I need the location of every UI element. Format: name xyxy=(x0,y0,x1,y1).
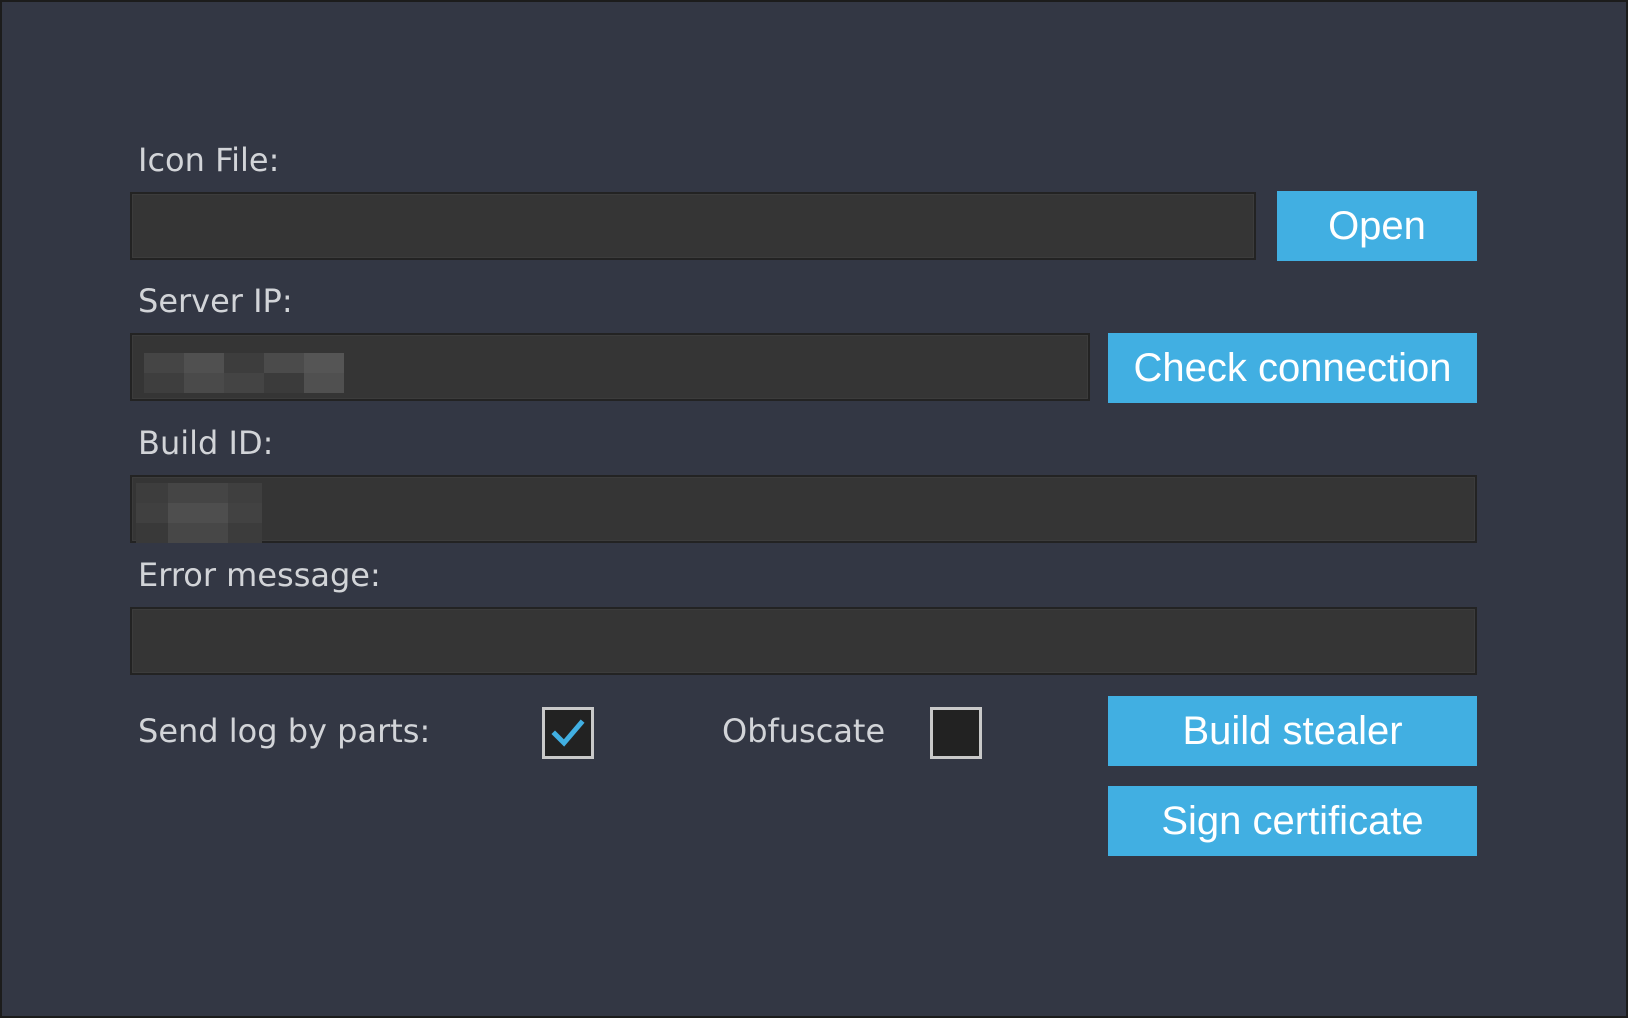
build-stealer-button[interactable]: Build stealer xyxy=(1108,696,1477,766)
sign-certificate-button[interactable]: Sign certificate xyxy=(1108,786,1477,856)
obfuscate-label: Obfuscate xyxy=(722,712,886,750)
send-log-checkbox[interactable] xyxy=(542,707,594,759)
error-message-input[interactable] xyxy=(130,607,1477,675)
redacted-server-ip xyxy=(144,353,366,393)
obfuscate-checkbox[interactable] xyxy=(930,707,982,759)
server-ip-label: Server IP: xyxy=(138,282,293,320)
icon-file-label: Icon File: xyxy=(138,141,280,179)
error-message-label: Error message: xyxy=(138,556,381,594)
builder-panel: Icon File: Open Server IP: Check connect… xyxy=(0,0,1628,1018)
check-icon xyxy=(551,719,585,747)
check-connection-button[interactable]: Check connection xyxy=(1108,333,1477,403)
build-id-input[interactable] xyxy=(130,475,1477,543)
build-id-label: Build ID: xyxy=(138,424,274,462)
open-button[interactable]: Open xyxy=(1277,191,1477,261)
icon-file-input[interactable] xyxy=(130,192,1256,260)
server-ip-input[interactable] xyxy=(130,333,1090,401)
send-log-label: Send log by parts: xyxy=(138,712,431,750)
redacted-build-id xyxy=(136,483,262,543)
